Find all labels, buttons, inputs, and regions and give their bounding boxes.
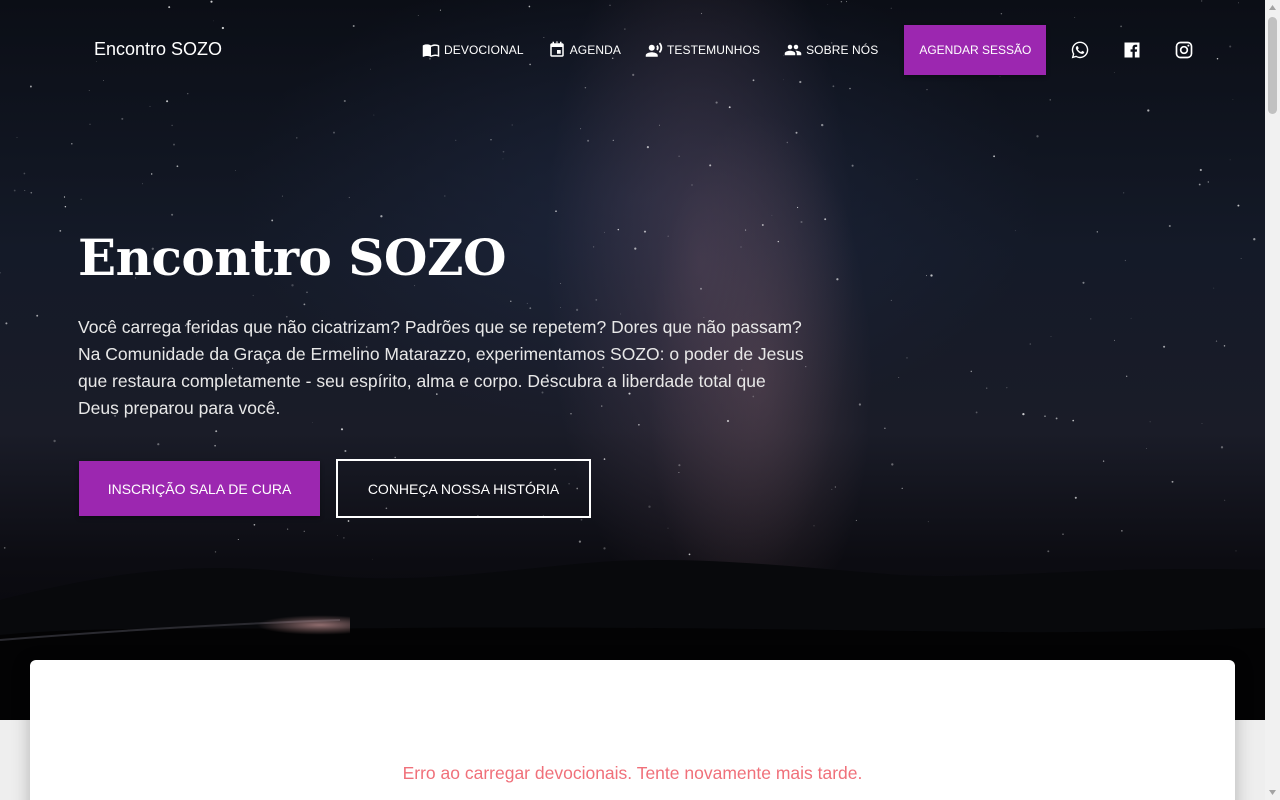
hero-section: Encontro SOZO DEVOCIONAL AGENDA TESTEMUN… xyxy=(0,0,1265,720)
nav-item-devocional[interactable]: DEVOCIONAL xyxy=(410,25,536,75)
top-navbar: Encontro SOZO DEVOCIONAL AGENDA TESTEMUN… xyxy=(0,0,1265,100)
road-light-glow xyxy=(170,605,350,645)
scroll-up-arrow-icon[interactable] xyxy=(1265,0,1280,15)
nav-item-label: AGENDA xyxy=(569,43,621,57)
instagram-link[interactable] xyxy=(1158,25,1210,75)
devotionals-error-message: Erro ao carregar devocionais. Tente nova… xyxy=(402,763,863,783)
nav-item-agenda[interactable]: AGENDA xyxy=(536,25,633,75)
devotionals-card: Erro ao carregar devocionais. Tente nova… xyxy=(30,660,1235,800)
vertical-scrollbar[interactable] xyxy=(1265,0,1280,800)
scrollbar-thumb[interactable] xyxy=(1268,17,1277,114)
facebook-icon xyxy=(1124,42,1140,58)
book-open-icon xyxy=(422,44,440,58)
healing-room-signup-button[interactable]: INSCRIÇÃO SALA DE CURA xyxy=(79,461,320,516)
scroll-down-arrow-icon[interactable] xyxy=(1265,785,1280,800)
whatsapp-icon xyxy=(1072,41,1089,59)
people-icon xyxy=(784,44,802,56)
calendar-icon xyxy=(549,41,564,57)
schedule-session-button[interactable]: AGENDAR SESSÃO xyxy=(904,25,1047,75)
nav-item-label: SOBRE NÓS xyxy=(806,43,879,57)
hero-description: Você carrega feridas que não cicatrizam?… xyxy=(78,317,804,418)
record-voice-icon xyxy=(645,42,663,57)
brand-logo-link[interactable]: Encontro SOZO xyxy=(94,39,222,60)
whatsapp-link[interactable] xyxy=(1054,25,1106,75)
nav-menu: DEVOCIONAL AGENDA TESTEMUNHOS SOBRE NÓS … xyxy=(410,25,1210,75)
instagram-icon xyxy=(1176,41,1193,59)
nav-item-sobre-nos[interactable]: SOBRE NÓS xyxy=(772,25,890,75)
facebook-link[interactable] xyxy=(1106,25,1158,75)
nav-item-label: DEVOCIONAL xyxy=(444,43,524,57)
hero-title: Encontro SOZO xyxy=(78,228,507,287)
our-history-button[interactable]: CONHEÇA NOSSA HISTÓRIA xyxy=(336,459,591,518)
nav-item-testemunhos[interactable]: TESTEMUNHOS xyxy=(633,25,772,75)
nav-item-label: TESTEMUNHOS xyxy=(666,43,761,57)
page: Encontro SOZO DEVOCIONAL AGENDA TESTEMUN… xyxy=(0,0,1265,800)
